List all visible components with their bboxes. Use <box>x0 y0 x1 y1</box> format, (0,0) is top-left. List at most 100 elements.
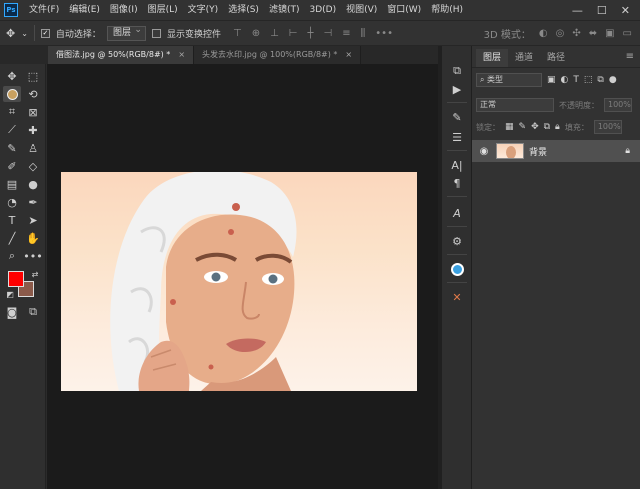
foreground-color-swatch[interactable] <box>8 271 24 287</box>
navigator-icon[interactable]: ⚙ <box>449 234 465 248</box>
glyphs-icon[interactable]: A <box>449 206 465 220</box>
path-select-tool-icon[interactable]: ➤ <box>24 212 42 228</box>
filter-shape-icon[interactable]: ⬚ <box>584 75 593 85</box>
menu-file[interactable]: 文件(F) <box>24 0 64 20</box>
crop-tool-icon[interactable]: ⌗ <box>3 104 21 120</box>
history-brush-tool-icon[interactable]: ✐ <box>3 158 21 174</box>
lock-position-icon[interactable]: ✥ <box>531 122 539 132</box>
document-tabs: 借图法.jpg @ 50%(RGB/8#) * × 头发去水印.jpg @ 100… <box>0 46 438 64</box>
lock-all-icon[interactable]: 🔒︎ <box>555 122 560 132</box>
default-colors-icon[interactable]: ◩ <box>1 286 19 302</box>
pen-tool-icon[interactable]: ✒ <box>24 194 42 210</box>
type-tool-icon[interactable]: T <box>3 212 21 228</box>
menu-help[interactable]: 帮助(H) <box>426 0 468 20</box>
chevron-down-icon[interactable]: ⌄ <box>21 29 28 38</box>
more-tools-icon[interactable]: ••• <box>23 248 42 264</box>
3d-orbit-icon[interactable]: ◐ <box>539 28 548 39</box>
menu-window[interactable]: 窗口(W) <box>382 0 426 20</box>
3d-slide-icon[interactable]: ⬌ <box>589 28 597 39</box>
align-left-icon[interactable]: ⊢ <box>289 28 298 39</box>
menu-edit[interactable]: 编辑(E) <box>64 0 105 20</box>
tab-paths[interactable]: 路径 <box>540 49 572 67</box>
panel-menu-icon[interactable]: ≡ <box>626 47 634 67</box>
marquee-tool-icon[interactable]: ⬚ <box>24 68 42 84</box>
lock-artboard-icon[interactable]: ⧉ <box>544 122 550 132</box>
3d-pan-icon[interactable]: ✣ <box>572 28 580 39</box>
menu-image[interactable]: 图像(I) <box>105 0 143 20</box>
align-top-icon[interactable]: ⊤ <box>233 28 242 39</box>
camera-icon[interactable]: ▭ <box>623 28 632 39</box>
document-image[interactable] <box>61 172 417 391</box>
minimize-button[interactable]: — <box>572 4 583 17</box>
canvas-area[interactable] <box>47 64 438 489</box>
align-hcenter-icon[interactable]: ┼ <box>308 28 314 39</box>
healing-brush-tool-icon[interactable]: ✚ <box>24 122 42 138</box>
brush-tool-icon[interactable]: ✎ <box>3 140 21 156</box>
zoom-tool-icon[interactable]: ⌕ <box>3 248 21 264</box>
opacity-input[interactable]: 100% <box>604 98 632 112</box>
align-vcenter-icon[interactable]: ⊕ <box>252 28 260 39</box>
swap-colors-icon[interactable]: ⇄ <box>26 266 44 282</box>
eye-icon[interactable]: ◉ <box>476 146 492 157</box>
auto-select-target-dropdown[interactable]: 图层 <box>106 24 146 41</box>
eraser-tool-icon[interactable]: ◇ <box>24 158 42 174</box>
show-transform-checkbox[interactable] <box>151 28 161 38</box>
dodge-tool-icon[interactable]: ◔ <box>3 194 21 210</box>
filter-smart-icon[interactable]: ⧉ <box>597 75 603 85</box>
tab-doc-1[interactable]: 借图法.jpg @ 50%(RGB/8#) * × <box>48 46 195 64</box>
tab-channels[interactable]: 通道 <box>508 49 540 67</box>
hand-tool-icon[interactable]: ✋ <box>24 230 42 246</box>
lock-icon: 🔒︎ <box>625 146 630 156</box>
blend-mode-dropdown[interactable]: 正常 <box>476 98 554 112</box>
more-options-icon[interactable]: ••• <box>375 28 393 39</box>
paragraph-icon[interactable]: ¶ <box>449 176 465 190</box>
filter-pixel-icon[interactable]: ▣ <box>547 75 556 85</box>
screen-mode-icon[interactable]: ⧉ <box>24 304 42 320</box>
filter-toggle-icon[interactable]: ● <box>609 75 617 85</box>
plugin-icon[interactable] <box>449 262 465 276</box>
line-tool-icon[interactable]: ╱ <box>3 230 21 246</box>
maximize-button[interactable]: ☐ <box>597 4 607 17</box>
distribute-h-icon[interactable]: ⫼ <box>361 28 366 39</box>
eyedropper-tool-icon[interactable]: ⟋ <box>3 122 21 138</box>
fill-input[interactable]: 100% <box>593 120 622 134</box>
menu-type[interactable]: 文字(Y) <box>183 0 224 20</box>
menu-layer[interactable]: 图层(L) <box>143 0 183 20</box>
quick-mask-icon[interactable]: ◙ <box>3 304 21 320</box>
brush-settings-icon[interactable]: ✎ <box>449 110 465 124</box>
lock-paint-icon[interactable]: ✎ <box>519 122 527 132</box>
close-tab-icon[interactable]: × <box>178 50 185 59</box>
layer-row[interactable]: ◉ 背景 🔒︎ <box>472 140 640 162</box>
3d-scale-icon[interactable]: ▣ <box>605 28 614 39</box>
actions-play-icon[interactable]: ▶ <box>449 82 465 96</box>
lock-transparent-icon[interactable]: ▦ <box>505 122 514 132</box>
history-icon[interactable]: ⧉ <box>449 64 465 78</box>
close-window-button[interactable]: ✕ <box>621 4 630 17</box>
auto-select-checkbox[interactable]: ✓ <box>40 28 50 38</box>
move-tool-icon[interactable]: ✥ <box>3 68 21 84</box>
menu-filter[interactable]: 滤镜(T) <box>264 0 305 20</box>
character-icon[interactable]: A| <box>449 158 465 172</box>
menu-view[interactable]: 视图(V) <box>341 0 382 20</box>
distribute-icon[interactable]: ≡ <box>342 28 350 39</box>
align-right-icon[interactable]: ⊣ <box>324 28 333 39</box>
filter-type-icon[interactable]: T <box>573 75 579 85</box>
tab-layers[interactable]: 图层 <box>476 49 509 67</box>
tools-cross-icon[interactable]: ✕ <box>449 290 465 304</box>
layer-filter-dropdown[interactable]: ⌕ 类型 <box>476 73 542 87</box>
filter-adjust-icon[interactable]: ◐ <box>561 75 569 85</box>
tab-doc-2[interactable]: 头发去水印.jpg @ 100%(RGB/8#) * × <box>194 46 362 64</box>
clone-stamp-tool-icon[interactable]: ♙ <box>24 140 42 156</box>
close-tab-icon[interactable]: × <box>345 50 352 59</box>
blur-tool-icon[interactable]: ● <box>24 176 42 192</box>
quick-select-tool-icon[interactable]: ⟲ <box>24 86 42 102</box>
align-bottom-icon[interactable]: ⊥ <box>270 28 279 39</box>
menu-3d[interactable]: 3D(D) <box>304 0 341 20</box>
menu-select[interactable]: 选择(S) <box>223 0 264 20</box>
frame-tool-icon[interactable]: ⊠ <box>24 104 42 120</box>
lasso-tool-icon[interactable] <box>3 86 21 102</box>
adjustments-icon[interactable]: ☰ <box>449 130 465 144</box>
move-tool-icon[interactable]: ✥ <box>6 27 15 40</box>
3d-roll-icon[interactable]: ◎ <box>556 28 565 39</box>
gradient-tool-icon[interactable]: ▤ <box>3 176 21 192</box>
